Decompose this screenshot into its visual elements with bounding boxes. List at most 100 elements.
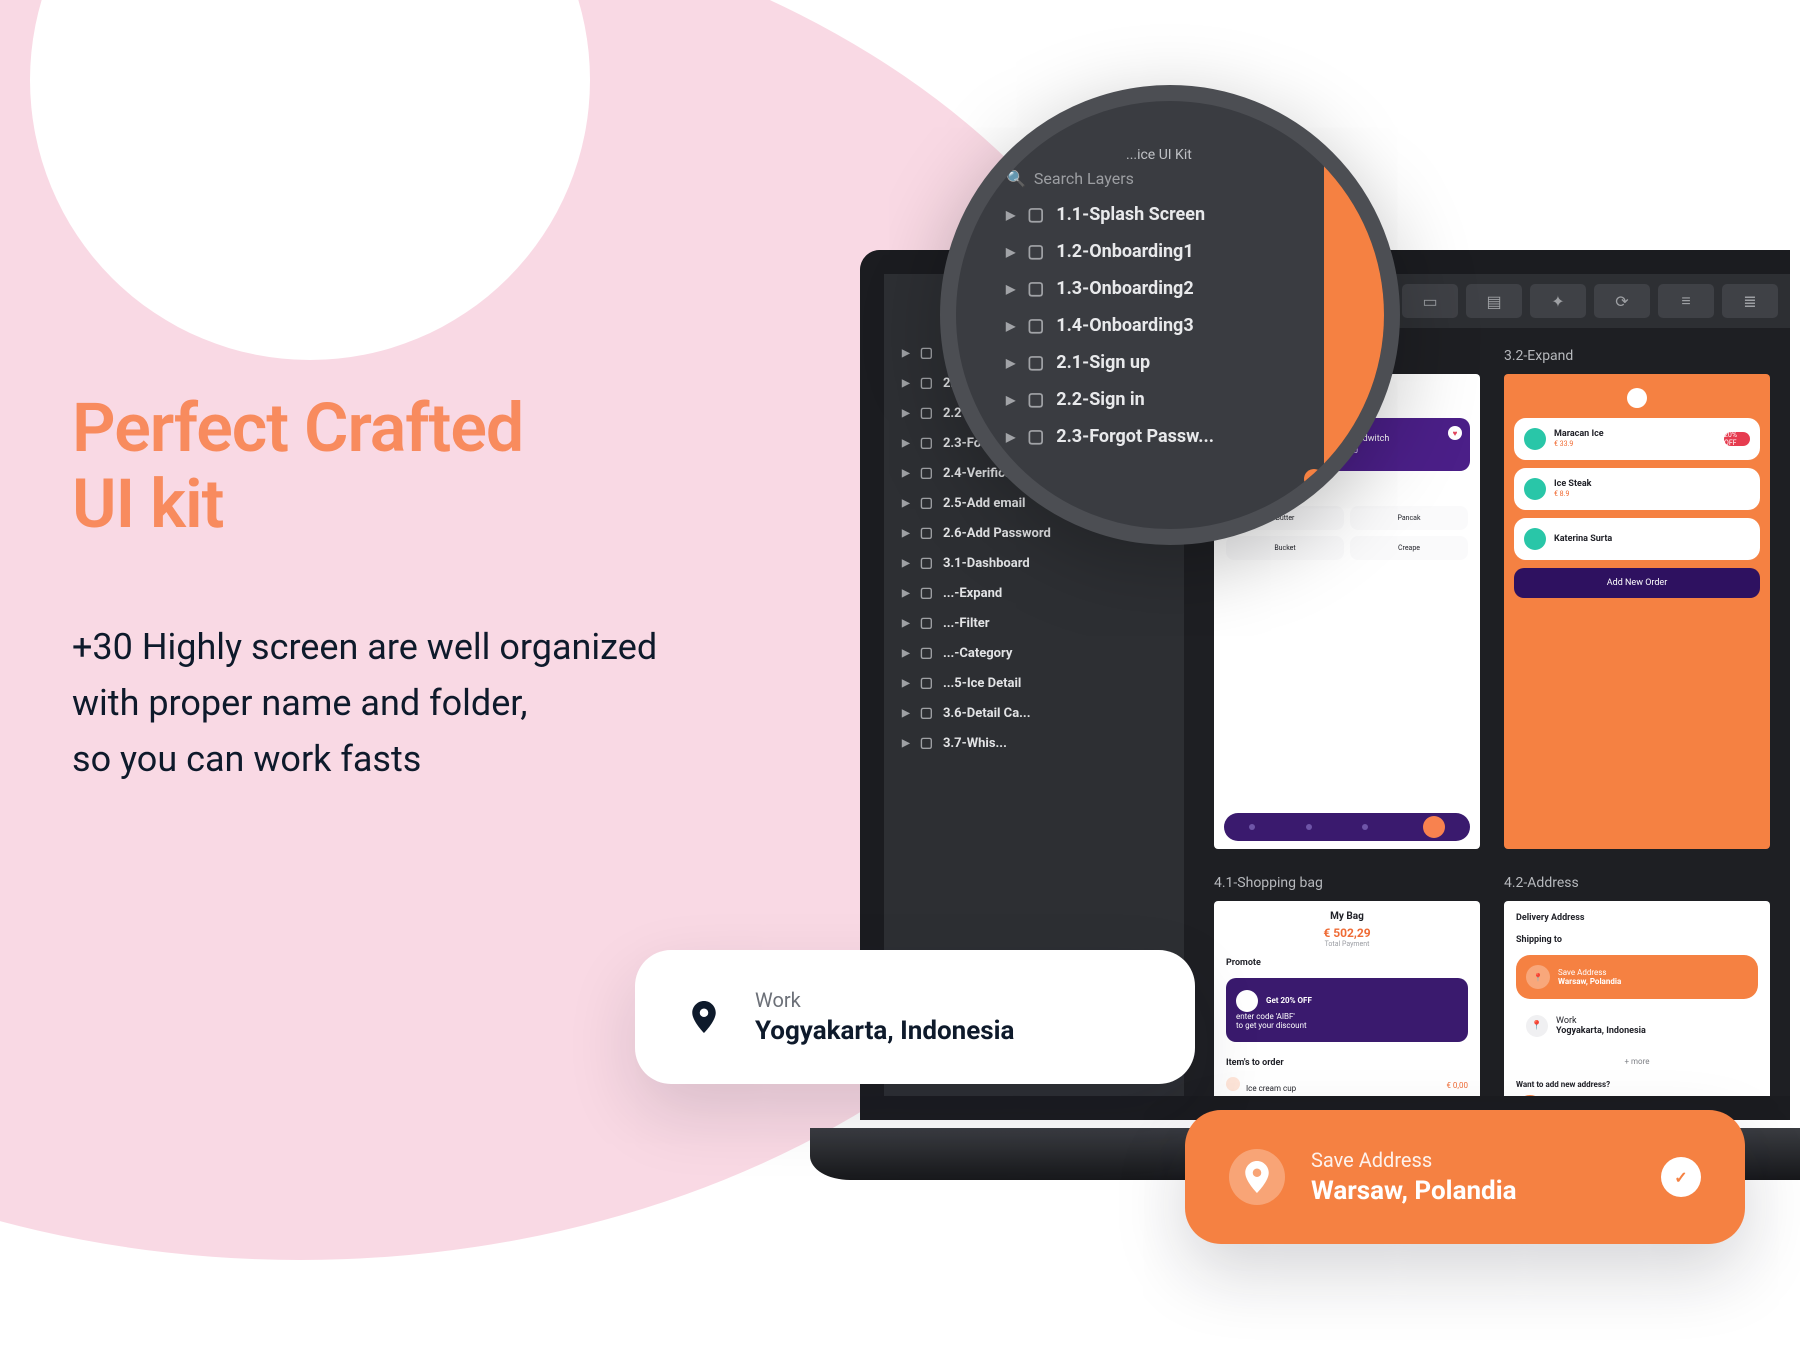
layer-name: 3.6-Detail Ca... (943, 706, 1031, 721)
layer-name: 3.7-Whis... (943, 736, 1007, 751)
disclosure-triangle-icon: ▶ (902, 678, 910, 689)
artboard-icon: ▢ (1027, 352, 1044, 373)
disclosure-triangle-icon: ▶ (1006, 282, 1015, 296)
layer-name: 2.2-Sign in (1056, 389, 1145, 410)
layer-row[interactable]: ▶▢2.2-Sign in (1006, 381, 1344, 418)
layer-name: ...-Expand (943, 586, 1002, 601)
layer-row[interactable]: ▶▢...5-Ice Detail (884, 668, 1184, 698)
layer-name: 3.1-Dashboard (943, 556, 1030, 571)
pin-icon: 📍 (1526, 1015, 1548, 1037)
layer-row[interactable]: ▶▢3.1-Dashboard (884, 548, 1184, 578)
promo-icon (1236, 990, 1258, 1012)
disclosure-triangle-icon: ▶ (902, 378, 910, 389)
layer-row[interactable]: ▶▢3.7-Whis... (884, 728, 1184, 758)
disclosure-triangle-icon: ▶ (902, 348, 910, 359)
disclosure-triangle-icon: ▶ (1006, 245, 1015, 259)
heart-icon: ♥ (1448, 426, 1462, 440)
artboard-icon: ▢ (920, 435, 933, 451)
pin-icon: 📍 (1526, 965, 1550, 989)
disclosure-triangle-icon: ▶ (1006, 356, 1015, 370)
disclosure-triangle-icon: ▶ (902, 708, 910, 719)
search-icon: 🔍 (1006, 169, 1026, 188)
disclosure-triangle-icon: ▶ (902, 588, 910, 599)
add-order-button: Add New Order (1514, 568, 1760, 598)
disclosure-triangle-icon: ▶ (1006, 393, 1015, 407)
layer-name: 1.3-Onboarding2 (1056, 278, 1193, 299)
artboard-icon: ▢ (920, 645, 933, 661)
layer-row[interactable]: ▶▢...-Expand (884, 578, 1184, 608)
pin-icon (679, 992, 729, 1042)
product-chip: Maracan Ice€ 33.920% OFF (1514, 418, 1760, 460)
page-title: Perfect Crafted UI kit (72, 390, 523, 542)
layer-name: 2.6-Add Password (943, 526, 1051, 541)
product-avatar-icon (1524, 428, 1546, 450)
discount-badge: 20% OFF (1724, 432, 1750, 446)
avatar-icon (1627, 388, 1647, 408)
product-chip: Ice Steak€ 8.9 (1514, 468, 1760, 510)
toolbar-tool-5[interactable]: ≡ (1658, 284, 1714, 318)
refresh-icon: ⟳ (1615, 292, 1628, 311)
layer-row[interactable]: ▶▢1.1-Splash Screen (1006, 196, 1344, 233)
layer-row[interactable]: ▶▢1.3-Onboarding2 (1006, 270, 1344, 307)
artboard-icon: ▢ (1027, 426, 1044, 447)
disclosure-triangle-icon: ▶ (902, 618, 910, 629)
disclosure-triangle-icon: ▶ (1006, 430, 1015, 444)
artboard-shopping-bag[interactable]: My Bag € 502,29 Total Payment Promote Ge… (1214, 901, 1480, 1096)
artboard-icon: ▢ (920, 615, 933, 631)
toolbar-tool-1[interactable]: ▭ (1402, 284, 1458, 318)
offer-cell: Creape (1350, 536, 1468, 560)
toolbar-tool-4[interactable]: ⟳ (1594, 284, 1650, 318)
product-avatar-icon (1524, 528, 1546, 550)
layer-name: ...-Category (943, 646, 1013, 661)
artboard-expand[interactable]: Maracan Ice€ 33.920% OFF Ice Steak€ 8.9 Ka… (1504, 374, 1770, 849)
item-icon (1226, 1077, 1240, 1091)
artboard-title: 4.2-Address (1504, 875, 1770, 891)
promo-card: Get 20% OFF enter code 'AIBF' to get you… (1226, 978, 1468, 1042)
order-item-row: Ice cream cup€ 0,00 (1214, 1072, 1480, 1096)
rect-icon: ▭ (1422, 292, 1437, 311)
layer-row[interactable]: ▶▢1.2-Onboarding1 (1006, 233, 1344, 270)
pin-icon (1229, 1149, 1285, 1205)
search-layers-input[interactable]: 🔍 Search Layers (1006, 169, 1344, 188)
lens-file-title: ...ice UI Kit (1006, 147, 1344, 163)
sparkle-icon: ✦ (1551, 292, 1564, 311)
magnifier-lens: ...ice UI Kit 🔍 Search Layers ▶▢1.1-Spla… (940, 85, 1400, 545)
disclosure-triangle-icon: ▶ (902, 498, 910, 509)
disclosure-triangle-icon: ▶ (1006, 319, 1015, 333)
title-line-2: UI kit (72, 464, 224, 544)
title-line-1: Perfect Crafted (72, 388, 523, 468)
offer-cell: Bucket (1226, 536, 1344, 560)
alt-address-row: 📍 Work Yogyakarta, Indonesia (1516, 1005, 1758, 1047)
layer-row[interactable]: ▶ ▢ 2.3-Forgot Passw... (1006, 418, 1344, 455)
artboard-icon: ▢ (920, 345, 933, 361)
disclosure-triangle-icon: ▶ (902, 468, 910, 479)
saved-address-card: 📍 Save Address Warsaw, Polandia (1516, 955, 1758, 999)
artboard-icon: ▢ (920, 465, 933, 481)
layer-row[interactable]: ▶▢1.4-Onboarding3 (1006, 307, 1344, 344)
card-value: Yogyakarta, Indonesia (755, 1016, 1014, 1046)
layer-name: ...-Filter (943, 616, 990, 631)
artboard-icon: ▢ (920, 555, 933, 571)
layer-name: 2.1-Sign up (1056, 352, 1150, 373)
address-card-work[interactable]: Work Yogyakarta, Indonesia (635, 950, 1195, 1084)
toolbar-tool-6[interactable]: ≣ (1722, 284, 1778, 318)
address-card-save[interactable]: Save Address Warsaw, Polandia ✓ (1185, 1110, 1745, 1244)
artboard-address[interactable]: Delivery Address Shipping to 📍 Save Addr… (1504, 901, 1770, 1096)
disclosure-triangle-icon: ▶ (902, 438, 910, 449)
layer-name: 2.3-Forgot Passw... (1056, 426, 1214, 447)
layer-row[interactable]: ▶ ▢ ...-Filter (884, 608, 1184, 638)
stack-icon: ≣ (1743, 292, 1756, 311)
artboard-icon: ▢ (920, 405, 933, 421)
toolbar-tool-3[interactable]: ✦ (1530, 284, 1586, 318)
product-chip: Katerina Surta (1514, 518, 1760, 560)
layer-name: 2.5-Add email (943, 496, 1026, 511)
layer-name: 1.4-Onboarding3 (1056, 315, 1193, 336)
layer-row[interactable]: ▶▢3.6-Detail Ca... (884, 698, 1184, 728)
disclosure-triangle-icon: ▶ (902, 738, 910, 749)
layer-row[interactable]: ▶▢...-Category (884, 638, 1184, 668)
check-icon: ✓ (1661, 1157, 1701, 1197)
artboard-icon: ▢ (920, 675, 933, 691)
layer-row[interactable]: ▶ ▢ 2.1-Sign up (1006, 344, 1344, 381)
toolbar-tool-2[interactable]: ▤ (1466, 284, 1522, 318)
card-label: Work (755, 988, 1014, 1012)
